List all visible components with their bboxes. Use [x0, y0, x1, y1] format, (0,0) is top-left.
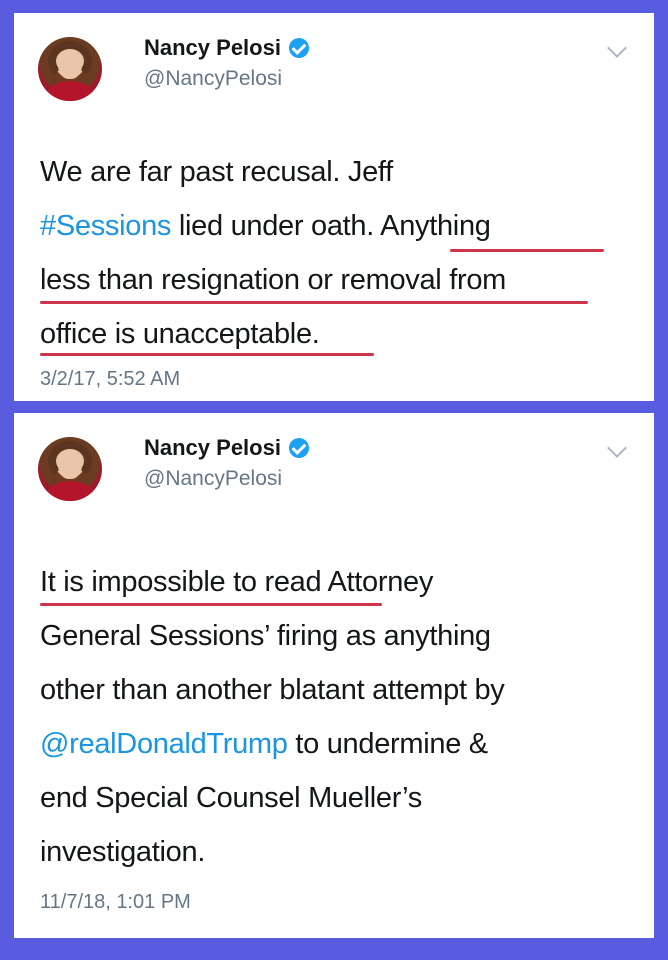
verified-badge-icon	[288, 38, 309, 58]
tweet-text-segment: General Sessions’ firing as anything	[40, 620, 491, 652]
tweet-text-line: @realDonaldTrump to undermine &	[40, 717, 630, 771]
tweet-text-line: other than another blatant attempt by	[40, 663, 630, 717]
tweet-text-segment: to undermine &	[287, 728, 488, 760]
tweet-text-segment: It is impossible to read Attorney	[40, 566, 434, 598]
tweet-text-line: #Sessions lied under oath. Anything	[40, 199, 630, 253]
tweet-text-segment: We are far past recusal. Jeff	[40, 156, 393, 188]
author-name-row[interactable]: Nancy Pelosi	[144, 35, 309, 61]
author-handle[interactable]: @NancyPelosi	[144, 467, 282, 491]
tweet-text-line: less than resignation or removal from	[40, 253, 630, 307]
tweet-text-line: It is impossible to read Attorney	[40, 555, 630, 609]
avatar[interactable]	[38, 437, 102, 501]
chevron-down-icon[interactable]	[607, 38, 627, 58]
tweet-text-segment: less than resignation or removal from	[40, 264, 506, 296]
tweet-text-segment: end Special Counsel Mueller’s	[40, 782, 422, 814]
tweet-text-segment: investigation.	[40, 836, 206, 868]
tweet-text: We are far past recusal. Jeff #Sessions l…	[40, 145, 630, 361]
tweet-text-segment: other than another blatant attempt by	[40, 674, 505, 706]
tweet-timestamp[interactable]: 11/7/18, 1:01 PM	[40, 891, 191, 914]
avatar[interactable]	[38, 37, 102, 101]
mention-link[interactable]: @realDonaldTrump	[40, 728, 288, 760]
annotation-underline	[40, 301, 588, 304]
author-handle[interactable]: @NancyPelosi	[144, 67, 282, 91]
chevron-down-icon[interactable]	[607, 438, 627, 458]
hashtag-link[interactable]: #Sessions	[40, 210, 171, 242]
verified-badge-icon	[288, 438, 309, 458]
tweet-text-line: investigation.	[40, 825, 630, 879]
annotation-underline	[40, 603, 382, 606]
tweet-text-line: General Sessions’ firing as anything	[40, 609, 630, 663]
tweet-text-segment: lied under oath. Anything	[171, 210, 491, 242]
tweet-card-2[interactable]: Nancy Pelosi @NancyPelosi It is impossib…	[14, 413, 654, 938]
annotation-underline	[40, 353, 374, 356]
tweet-timestamp[interactable]: 3/2/17, 5:52 AM	[40, 368, 180, 391]
tweet-text-line: We are far past recusal. Jeff	[40, 145, 630, 199]
author-name[interactable]: Nancy Pelosi	[144, 35, 281, 61]
author-name[interactable]: Nancy Pelosi	[144, 435, 281, 461]
author-name-row[interactable]: Nancy Pelosi	[144, 435, 309, 461]
annotation-underline	[450, 249, 604, 252]
tweet-card-1[interactable]: Nancy Pelosi @NancyPelosi We are far pas…	[14, 13, 654, 401]
tweet-text-segment: office is unacceptable.	[40, 318, 320, 350]
tweet-text-line: end Special Counsel Mueller’s	[40, 771, 630, 825]
